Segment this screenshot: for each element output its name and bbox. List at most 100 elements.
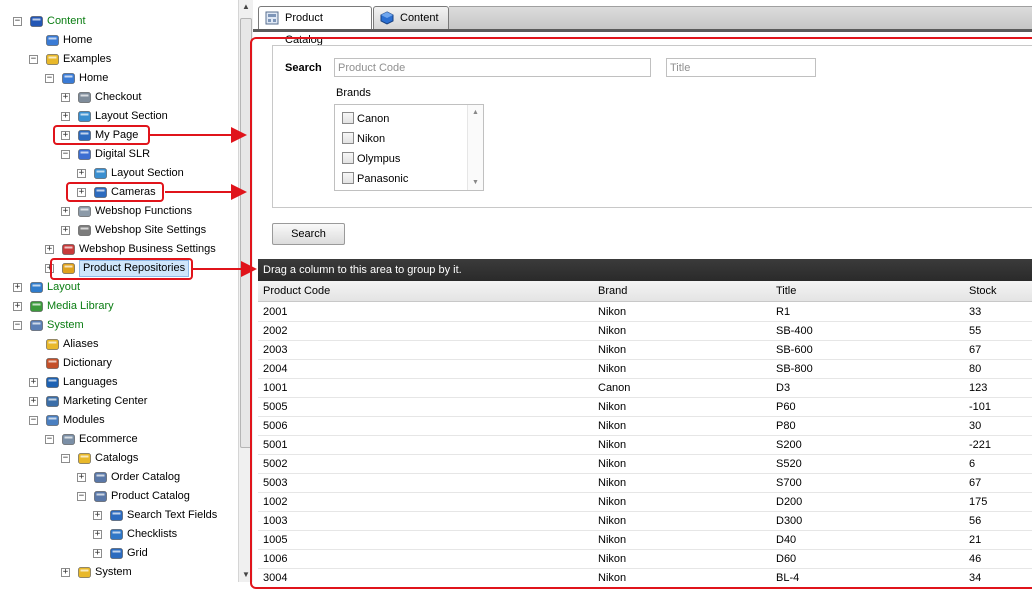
tree-node-examples[interactable]: − Examples bbox=[0, 50, 238, 69]
tree-node-label: Search Text Fields bbox=[127, 509, 218, 521]
tab-label: Content bbox=[400, 12, 439, 24]
expand-icon[interactable]: + bbox=[93, 530, 102, 539]
highlight-box-cameras bbox=[66, 182, 164, 202]
tree-node-label: Home bbox=[63, 34, 93, 46]
content-icon bbox=[30, 16, 43, 27]
grid-icon bbox=[110, 548, 123, 559]
tree-node-label: Dictionary bbox=[63, 357, 112, 369]
tree-node-label: Examples bbox=[63, 53, 112, 65]
tree-node-webshop-business-settings[interactable]: + Webshop Business Settings bbox=[0, 240, 238, 259]
tree-node-layout[interactable]: + Layout bbox=[0, 278, 238, 297]
expand-icon[interactable]: + bbox=[29, 397, 38, 406]
tree-node-ecommerce[interactable]: − Ecommerce bbox=[0, 430, 238, 449]
tree-node-label: Home bbox=[79, 72, 109, 84]
tree-node-label: System bbox=[47, 319, 84, 331]
expand-icon[interactable]: + bbox=[77, 473, 86, 482]
database-icon bbox=[78, 149, 91, 160]
tab-strip-background bbox=[449, 6, 1032, 29]
tree-node-label: Languages bbox=[63, 376, 118, 388]
expand-icon[interactable]: + bbox=[29, 378, 38, 387]
tree-node-checklists[interactable]: + Checklists bbox=[0, 525, 238, 544]
tree-node-product-catalog[interactable]: − Product Catalog bbox=[0, 487, 238, 506]
folder-icon bbox=[46, 339, 59, 350]
highlight-box-main bbox=[250, 37, 1032, 589]
tab-underline bbox=[253, 29, 1032, 32]
collapse-icon[interactable]: − bbox=[45, 435, 54, 444]
tree-node-label: Webshop Business Settings bbox=[79, 243, 216, 255]
catalog-icon bbox=[94, 491, 107, 502]
expand-icon[interactable]: + bbox=[13, 302, 22, 311]
dictionary-icon bbox=[46, 358, 59, 369]
content-tree: − Content Home − Examples − Home + Checkout + Layo… bbox=[0, 0, 240, 582]
tree-node-label: Catalogs bbox=[95, 452, 139, 464]
tree-node-languages[interactable]: + Languages bbox=[0, 373, 238, 392]
modules-icon bbox=[46, 415, 59, 426]
tree-node-label: Ecommerce bbox=[79, 433, 138, 445]
expand-icon[interactable]: + bbox=[61, 568, 70, 577]
layout-window-icon bbox=[30, 282, 43, 293]
layout-icon bbox=[78, 111, 91, 122]
tree-node-label: Media Library bbox=[47, 300, 114, 312]
tree-node-grid[interactable]: + Grid bbox=[0, 544, 238, 563]
folder-icon bbox=[46, 54, 59, 65]
expand-icon[interactable]: + bbox=[61, 93, 70, 102]
expand-icon[interactable]: + bbox=[45, 245, 54, 254]
tree-node-layout-section[interactable]: + Layout Section bbox=[0, 107, 238, 126]
tree-node-system[interactable]: − System bbox=[0, 316, 238, 335]
highlight-box-my-page bbox=[53, 125, 150, 145]
tree-node-marketing-center[interactable]: + Marketing Center bbox=[0, 392, 238, 411]
folder-icon bbox=[78, 567, 91, 578]
expand-icon[interactable]: + bbox=[13, 283, 22, 292]
folder-icon bbox=[78, 453, 91, 464]
tree-node-label: Order Catalog bbox=[111, 471, 181, 483]
collapse-icon[interactable]: − bbox=[77, 492, 86, 501]
tree-node-label: Layout Section bbox=[95, 110, 168, 122]
tree-node-aliases[interactable]: Aliases bbox=[0, 335, 238, 354]
image-icon bbox=[30, 301, 43, 312]
page-icon bbox=[78, 92, 91, 103]
collapse-icon[interactable]: − bbox=[29, 55, 38, 64]
home-icon bbox=[46, 35, 59, 46]
tree-node-label: Marketing Center bbox=[63, 395, 148, 407]
tree-node-home[interactable]: − Home bbox=[0, 69, 238, 88]
collapse-icon[interactable]: − bbox=[29, 416, 38, 425]
expand-icon[interactable]: + bbox=[61, 226, 70, 235]
tree-node-system[interactable]: + System bbox=[0, 563, 238, 582]
tree-node-webshop-site-settings[interactable]: + Webshop Site Settings bbox=[0, 221, 238, 240]
tree-node-order-catalog[interactable]: + Order Catalog bbox=[0, 468, 238, 487]
tree-node-dictionary[interactable]: Dictionary bbox=[0, 354, 238, 373]
catalog-icon bbox=[265, 11, 279, 25]
scroll-up-icon[interactable]: ▲ bbox=[241, 2, 251, 12]
expand-icon[interactable]: + bbox=[61, 207, 70, 216]
tree-node-label: Digital SLR bbox=[95, 148, 151, 160]
cube-icon bbox=[380, 11, 394, 25]
tree-node-catalogs[interactable]: − Catalogs bbox=[0, 449, 238, 468]
collapse-icon[interactable]: − bbox=[61, 454, 70, 463]
tree-node-media-library[interactable]: + Media Library bbox=[0, 297, 238, 316]
tab-product-catalog[interactable]: Product Catalog bbox=[258, 6, 372, 46]
tree-node-modules[interactable]: − Modules bbox=[0, 411, 238, 430]
tree-node-home[interactable]: Home bbox=[0, 31, 238, 50]
tab-content[interactable]: Content bbox=[373, 6, 449, 30]
marketing-icon bbox=[46, 396, 59, 407]
tree-node-checkout[interactable]: + Checkout bbox=[0, 88, 238, 107]
highlight-box-product-repositories bbox=[50, 258, 193, 280]
tree-node-label: Layout Section bbox=[111, 167, 184, 179]
collapse-icon[interactable]: − bbox=[45, 74, 54, 83]
document-icon bbox=[78, 206, 91, 217]
tree-node-content[interactable]: − Content bbox=[0, 12, 238, 31]
tree-node-webshop-functions[interactable]: + Webshop Functions bbox=[0, 202, 238, 221]
collapse-icon[interactable]: − bbox=[13, 321, 22, 330]
collapse-icon[interactable]: − bbox=[13, 17, 22, 26]
expand-icon[interactable]: + bbox=[93, 511, 102, 520]
tree-node-search-text-fields[interactable]: + Search Text Fields bbox=[0, 506, 238, 525]
expand-icon[interactable]: + bbox=[61, 112, 70, 121]
expand-icon[interactable]: + bbox=[77, 169, 86, 178]
tree-node-label: Product Catalog bbox=[111, 490, 190, 502]
collapse-icon[interactable]: − bbox=[61, 150, 70, 159]
tree-node-digital-slr[interactable]: − Digital SLR bbox=[0, 145, 238, 164]
catalog-icon bbox=[94, 472, 107, 483]
tree-node-label: Content bbox=[47, 15, 86, 27]
tree-node-layout-section[interactable]: + Layout Section bbox=[0, 164, 238, 183]
expand-icon[interactable]: + bbox=[93, 549, 102, 558]
